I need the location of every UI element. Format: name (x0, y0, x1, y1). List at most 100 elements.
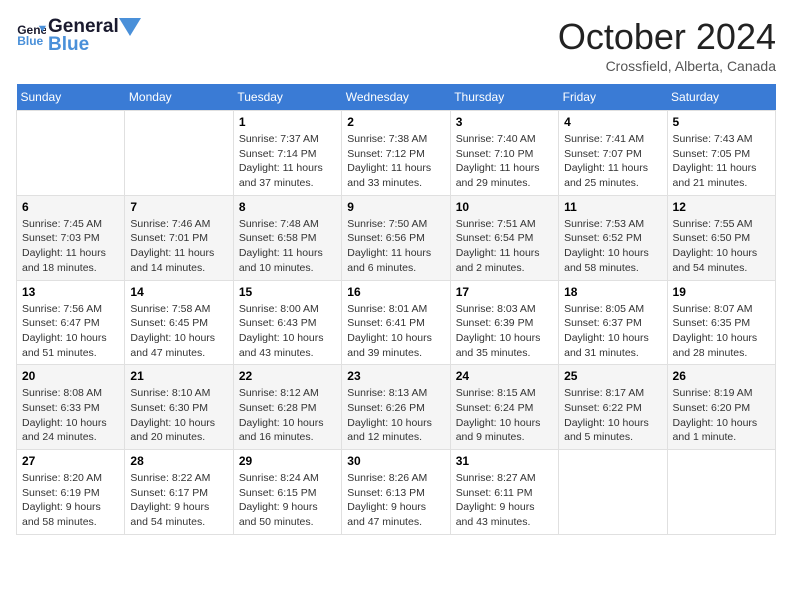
calendar-cell: 30 Sunrise: 8:26 AM Sunset: 6:13 PM Dayli… (342, 450, 450, 535)
day-number: 15 (239, 285, 336, 299)
day-number: 11 (564, 200, 661, 214)
day-number: 27 (22, 454, 119, 468)
calendar-cell: 16 Sunrise: 8:01 AM Sunset: 6:41 PM Dayli… (342, 280, 450, 365)
day-detail: Sunrise: 7:48 AM Sunset: 6:58 PM Dayligh… (239, 217, 336, 276)
calendar-cell: 11Sunrise: 7:53 AM Sunset: 6:52 PM Dayli… (559, 195, 667, 280)
calendar-cell: 6 Sunrise: 7:45 AM Sunset: 7:03 PM Daylig… (17, 195, 125, 280)
calendar-cell: 8 Sunrise: 7:48 AM Sunset: 6:58 PM Daylig… (233, 195, 341, 280)
calendar-week-row: 1 Sunrise: 7:37 AM Sunset: 7:14 PM Daylig… (17, 111, 776, 196)
day-number: 17 (456, 285, 553, 299)
calendar-cell: 26 Sunrise: 8:19 AM Sunset: 6:20 PM Dayli… (667, 365, 775, 450)
day-detail: Sunrise: 8:00 AM Sunset: 6:43 PM Dayligh… (239, 302, 336, 361)
day-number: 25 (564, 369, 661, 383)
day-detail: Sunrise: 8:19 AM Sunset: 6:20 PM Dayligh… (673, 386, 770, 445)
day-detail: Sunrise: 8:15 AM Sunset: 6:24 PM Dayligh… (456, 386, 553, 445)
day-detail: Sunrise: 7:37 AM Sunset: 7:14 PM Dayligh… (239, 132, 336, 191)
col-header-monday: Monday (125, 84, 233, 111)
day-detail: Sunrise: 7:38 AM Sunset: 7:12 PM Dayligh… (347, 132, 444, 191)
calendar-table: SundayMondayTuesdayWednesdayThursdayFrid… (16, 84, 776, 535)
day-number: 5 (673, 115, 770, 129)
col-header-sunday: Sunday (17, 84, 125, 111)
logo-arrow-icon (119, 18, 141, 36)
day-number: 13 (22, 285, 119, 299)
calendar-cell (125, 111, 233, 196)
day-detail: Sunrise: 7:55 AM Sunset: 6:50 PM Dayligh… (673, 217, 770, 276)
day-detail: Sunrise: 8:08 AM Sunset: 6:33 PM Dayligh… (22, 386, 119, 445)
calendar-cell: 10Sunrise: 7:51 AM Sunset: 6:54 PM Dayli… (450, 195, 558, 280)
calendar-cell: 28 Sunrise: 8:22 AM Sunset: 6:17 PM Dayli… (125, 450, 233, 535)
day-detail: Sunrise: 8:26 AM Sunset: 6:13 PM Dayligh… (347, 471, 444, 530)
calendar-cell (17, 111, 125, 196)
day-detail: Sunrise: 8:12 AM Sunset: 6:28 PM Dayligh… (239, 386, 336, 445)
calendar-cell: 5 Sunrise: 7:43 AM Sunset: 7:05 PM Daylig… (667, 111, 775, 196)
day-detail: Sunrise: 8:24 AM Sunset: 6:15 PM Dayligh… (239, 471, 336, 530)
calendar-cell: 24 Sunrise: 8:15 AM Sunset: 6:24 PM Dayli… (450, 365, 558, 450)
day-number: 28 (130, 454, 227, 468)
day-number: 24 (456, 369, 553, 383)
day-detail: Sunrise: 7:58 AM Sunset: 6:45 PM Dayligh… (130, 302, 227, 361)
calendar-header-row: SundayMondayTuesdayWednesdayThursdayFrid… (17, 84, 776, 111)
day-number: 18 (564, 285, 661, 299)
day-detail: Sunrise: 8:22 AM Sunset: 6:17 PM Dayligh… (130, 471, 227, 530)
day-detail: Sunrise: 8:13 AM Sunset: 6:26 PM Dayligh… (347, 386, 444, 445)
logo: General Blue General Blue (16, 16, 141, 56)
month-title: October 2024 (558, 16, 776, 58)
svg-text:Blue: Blue (17, 34, 43, 48)
page-header: General Blue General Blue October 2024 C… (16, 16, 776, 74)
calendar-cell: 12 Sunrise: 7:55 AM Sunset: 6:50 PM Dayli… (667, 195, 775, 280)
calendar-week-row: 20Sunrise: 8:08 AM Sunset: 6:33 PM Dayli… (17, 365, 776, 450)
calendar-cell: 2 Sunrise: 7:38 AM Sunset: 7:12 PM Daylig… (342, 111, 450, 196)
day-detail: Sunrise: 8:10 AM Sunset: 6:30 PM Dayligh… (130, 386, 227, 445)
day-number: 29 (239, 454, 336, 468)
calendar-week-row: 6 Sunrise: 7:45 AM Sunset: 7:03 PM Daylig… (17, 195, 776, 280)
calendar-cell: 1 Sunrise: 7:37 AM Sunset: 7:14 PM Daylig… (233, 111, 341, 196)
day-detail: Sunrise: 7:41 AM Sunset: 7:07 PM Dayligh… (564, 132, 661, 191)
calendar-cell: 18Sunrise: 8:05 AM Sunset: 6:37 PM Dayli… (559, 280, 667, 365)
col-header-friday: Friday (559, 84, 667, 111)
day-detail: Sunrise: 7:40 AM Sunset: 7:10 PM Dayligh… (456, 132, 553, 191)
day-number: 21 (130, 369, 227, 383)
col-header-tuesday: Tuesday (233, 84, 341, 111)
day-number: 8 (239, 200, 336, 214)
day-number: 12 (673, 200, 770, 214)
title-block: October 2024 Crossfield, Alberta, Canada (558, 16, 776, 74)
day-number: 1 (239, 115, 336, 129)
day-detail: Sunrise: 7:43 AM Sunset: 7:05 PM Dayligh… (673, 132, 770, 191)
day-number: 31 (456, 454, 553, 468)
day-detail: Sunrise: 8:03 AM Sunset: 6:39 PM Dayligh… (456, 302, 553, 361)
day-number: 26 (673, 369, 770, 383)
day-number: 9 (347, 200, 444, 214)
col-header-thursday: Thursday (450, 84, 558, 111)
day-detail: Sunrise: 8:20 AM Sunset: 6:19 PM Dayligh… (22, 471, 119, 530)
day-number: 4 (564, 115, 661, 129)
calendar-cell (667, 450, 775, 535)
day-number: 23 (347, 369, 444, 383)
calendar-cell: 3Sunrise: 7:40 AM Sunset: 7:10 PM Daylig… (450, 111, 558, 196)
calendar-cell: 14Sunrise: 7:58 AM Sunset: 6:45 PM Dayli… (125, 280, 233, 365)
day-detail: Sunrise: 7:45 AM Sunset: 7:03 PM Dayligh… (22, 217, 119, 276)
calendar-cell (559, 450, 667, 535)
day-detail: Sunrise: 7:46 AM Sunset: 7:01 PM Dayligh… (130, 217, 227, 276)
day-number: 2 (347, 115, 444, 129)
day-detail: Sunrise: 8:01 AM Sunset: 6:41 PM Dayligh… (347, 302, 444, 361)
day-number: 7 (130, 200, 227, 214)
day-detail: Sunrise: 7:50 AM Sunset: 6:56 PM Dayligh… (347, 217, 444, 276)
calendar-week-row: 27 Sunrise: 8:20 AM Sunset: 6:19 PM Dayli… (17, 450, 776, 535)
col-header-wednesday: Wednesday (342, 84, 450, 111)
day-number: 19 (673, 285, 770, 299)
calendar-cell: 29 Sunrise: 8:24 AM Sunset: 6:15 PM Dayli… (233, 450, 341, 535)
calendar-cell: 13 Sunrise: 7:56 AM Sunset: 6:47 PM Dayli… (17, 280, 125, 365)
location: Crossfield, Alberta, Canada (558, 58, 776, 74)
col-header-saturday: Saturday (667, 84, 775, 111)
calendar-cell: 22Sunrise: 8:12 AM Sunset: 6:28 PM Dayli… (233, 365, 341, 450)
calendar-cell: 4 Sunrise: 7:41 AM Sunset: 7:07 PM Daylig… (559, 111, 667, 196)
calendar-week-row: 13 Sunrise: 7:56 AM Sunset: 6:47 PM Dayli… (17, 280, 776, 365)
day-detail: Sunrise: 8:07 AM Sunset: 6:35 PM Dayligh… (673, 302, 770, 361)
day-number: 6 (22, 200, 119, 214)
day-number: 16 (347, 285, 444, 299)
day-number: 30 (347, 454, 444, 468)
day-detail: Sunrise: 7:56 AM Sunset: 6:47 PM Dayligh… (22, 302, 119, 361)
calendar-cell: 19 Sunrise: 8:07 AM Sunset: 6:35 PM Dayli… (667, 280, 775, 365)
calendar-cell: 20Sunrise: 8:08 AM Sunset: 6:33 PM Dayli… (17, 365, 125, 450)
calendar-cell: 27 Sunrise: 8:20 AM Sunset: 6:19 PM Dayli… (17, 450, 125, 535)
